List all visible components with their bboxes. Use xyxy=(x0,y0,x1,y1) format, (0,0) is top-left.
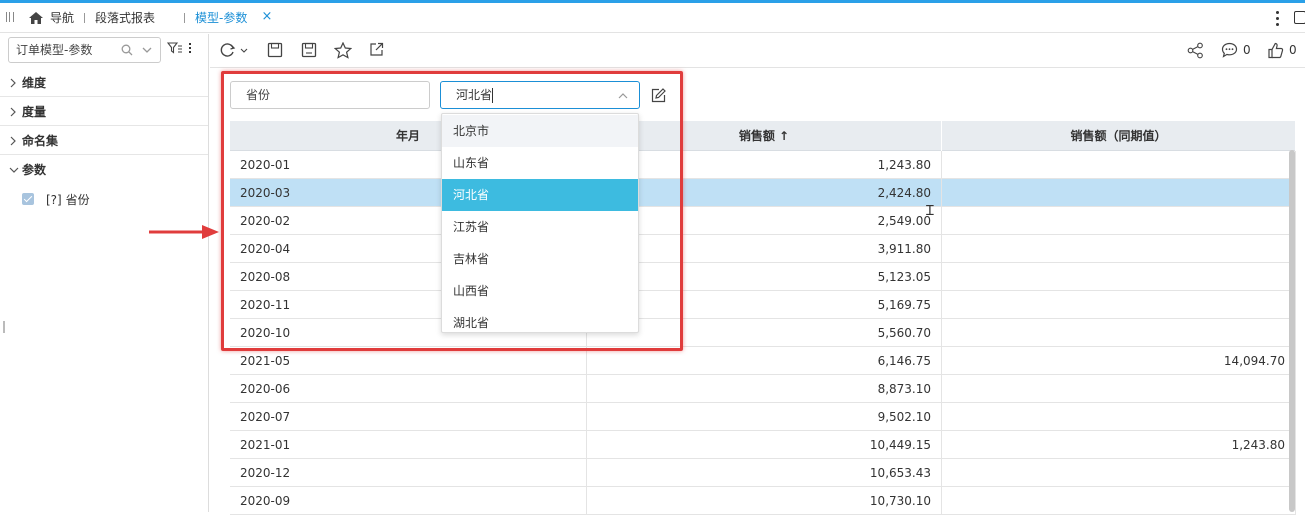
home-icon[interactable] xyxy=(28,11,44,25)
comment-icon[interactable] xyxy=(1221,42,1238,58)
table-row[interactable]: 2020-12 10,653.43 xyxy=(230,459,1296,487)
tab-model-parameter[interactable]: 模型-参数 xyxy=(195,3,247,33)
mouse-cursor-ibeam: Ɪ xyxy=(926,203,934,219)
table-row[interactable]: 2020-07 9,502.10 xyxy=(230,403,1296,431)
left-panel-more-icon[interactable] xyxy=(188,43,192,55)
cell-month: 2020-09 xyxy=(230,487,587,515)
vertical-scrollbar[interactable] xyxy=(1289,150,1295,512)
tab-bar: 导航 段落式报表 模型-参数 × xyxy=(0,3,1305,33)
cell-sales-yoy xyxy=(942,291,1296,319)
chevron-down-icon xyxy=(9,167,19,173)
column-header-sales-yoy[interactable]: 销售额（同期值） xyxy=(942,121,1296,151)
cell-sales: 8,873.10 xyxy=(587,375,942,403)
tab-nav[interactable]: 导航 xyxy=(50,3,74,33)
chevron-right-icon xyxy=(10,136,16,146)
tree-node-parameter[interactable]: 参数 xyxy=(0,156,208,184)
splitter-handle[interactable] xyxy=(3,321,5,333)
toolbar: 0 0 xyxy=(210,34,1305,68)
cell-sales: 10,730.10 xyxy=(587,487,942,515)
comment-count: 0 xyxy=(1243,43,1251,57)
share-icon[interactable] xyxy=(1187,42,1204,59)
chevron-right-icon xyxy=(10,78,16,88)
save-as-icon[interactable] xyxy=(301,42,317,58)
model-select-value: 订单模型-参数 xyxy=(16,43,93,57)
param-item-label: 省份 xyxy=(65,193,90,207)
cell-sales-yoy xyxy=(942,235,1296,263)
cell-sales: 10,449.15 xyxy=(587,431,942,459)
tab-separator xyxy=(184,13,185,23)
cell-month: 2020-06 xyxy=(230,375,587,403)
cell-sales-yoy: 14,094.70 xyxy=(942,347,1296,375)
param-type-tag: [?] xyxy=(46,193,62,207)
cell-sales: 10,653.43 xyxy=(587,459,942,487)
tab-separator xyxy=(84,13,85,23)
chevron-down-icon[interactable] xyxy=(141,44,153,56)
model-select[interactable]: 订单模型-参数 xyxy=(8,37,161,63)
export-icon[interactable] xyxy=(369,42,384,57)
table-row[interactable]: 2020-09 10,730.10 xyxy=(230,487,1296,515)
param-item-text: [?] 省份 xyxy=(46,191,90,208)
table-row[interactable]: 2020-06 8,873.10 xyxy=(230,375,1296,403)
window-icon[interactable] xyxy=(1294,11,1305,24)
tree-node-measure[interactable]: 度量 xyxy=(0,98,208,126)
cell-sales-yoy xyxy=(942,403,1296,431)
refresh-icon[interactable] xyxy=(220,42,250,58)
like-icon[interactable] xyxy=(1267,42,1284,59)
cell-sales: 9,502.10 xyxy=(587,403,942,431)
cell-sales-yoy xyxy=(942,487,1296,515)
annotation-highlight-box xyxy=(221,71,683,351)
tab-paragraph-report[interactable]: 段落式报表 xyxy=(95,3,155,33)
filter-icon[interactable] xyxy=(167,42,183,54)
tree-node-label: 命名集 xyxy=(22,134,59,148)
cell-sales-yoy xyxy=(942,319,1296,347)
cell-month: 2021-01 xyxy=(230,431,587,459)
annotation-arrow-icon xyxy=(149,225,219,239)
cell-sales-yoy xyxy=(942,207,1296,235)
like-count: 0 xyxy=(1289,43,1297,57)
panel-toggle-icon[interactable] xyxy=(6,12,14,22)
cell-sales-yoy xyxy=(942,179,1296,207)
tree-node-dimension[interactable]: 维度 xyxy=(0,69,208,97)
param-checkbox[interactable] xyxy=(22,193,34,205)
cell-sales: 6,146.75 xyxy=(587,347,942,375)
cell-sales-yoy xyxy=(942,263,1296,291)
save-icon[interactable] xyxy=(267,42,283,58)
tree-node-label: 参数 xyxy=(22,163,47,177)
tree-node-label: 度量 xyxy=(22,105,47,119)
cell-sales-yoy xyxy=(942,151,1296,179)
cell-month: 2020-12 xyxy=(230,459,587,487)
cell-month: 2021-05 xyxy=(230,347,587,375)
cell-sales-yoy: 1,243.80 xyxy=(942,431,1296,459)
more-icon[interactable] xyxy=(1274,10,1280,28)
cell-sales-yoy xyxy=(942,375,1296,403)
tree-node-named-set[interactable]: 命名集 xyxy=(0,127,208,155)
table-row[interactable]: 2021-05 6,146.75 14,094.70 xyxy=(230,347,1296,375)
search-icon[interactable] xyxy=(121,44,133,56)
cell-month: 2020-07 xyxy=(230,403,587,431)
tree-node-label: 维度 xyxy=(22,76,47,90)
close-tab-icon[interactable]: × xyxy=(261,10,273,23)
left-panel: 订单模型-参数 维度 度量 命名集 参数 [?] 省份 xyxy=(0,34,219,512)
table-row[interactable]: 2021-01 10,449.15 1,243.80 xyxy=(230,431,1296,459)
cell-sales-yoy xyxy=(942,459,1296,487)
chevron-right-icon xyxy=(10,107,16,117)
favorite-star-icon[interactable] xyxy=(334,42,352,59)
